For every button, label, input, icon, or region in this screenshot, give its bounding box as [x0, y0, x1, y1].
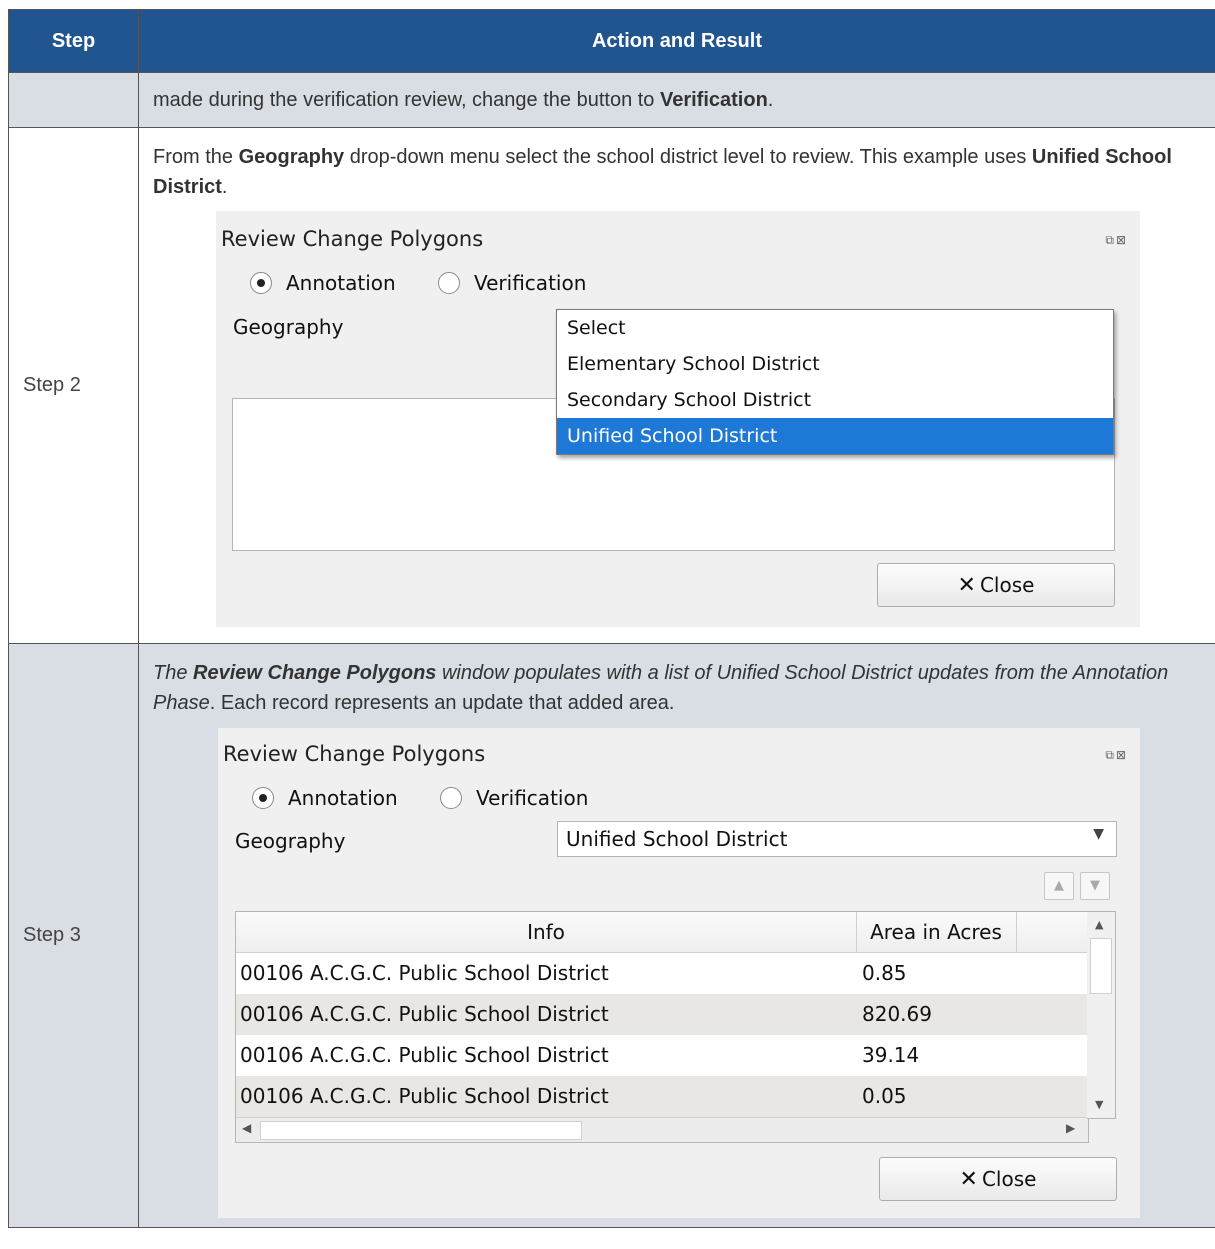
dropdown-option-select[interactable]: Select	[557, 310, 1113, 346]
cell-info: 00106 A.C.G.C. Public School District	[240, 1084, 609, 1108]
scroll-up-icon[interactable]: ▲	[1095, 918, 1103, 931]
close-button-label: Close	[979, 573, 1035, 597]
review-change-polygons-dialog-step3: Review Change Polygons ⧉⊠ Annotation Ver…	[218, 728, 1140, 1218]
geography-dropdown-list[interactable]: Select Elementary School District Second…	[556, 309, 1114, 455]
step-3-label: Step 3	[8, 643, 139, 1228]
radio-annotation-label: Annotation	[286, 271, 396, 295]
step-2-label: Step 2	[8, 127, 139, 644]
row1-text: made during the verification review, cha…	[153, 89, 660, 111]
horizontal-scrollbar[interactable]: ◀ ▶	[236, 1117, 1088, 1142]
vertical-scroll-thumb[interactable]	[1090, 938, 1112, 994]
vertical-scrollbar[interactable]: ▲ ▼	[1087, 911, 1116, 1119]
radio-annotation[interactable]: Annotation	[252, 786, 398, 810]
row2-bold-geography: Geography	[238, 146, 345, 168]
cell-area: 820.69	[862, 1002, 932, 1026]
column-header-info[interactable]: Info	[236, 912, 857, 952]
row2-t3: .	[221, 176, 228, 198]
cell-area: 0.05	[862, 1084, 907, 1108]
row3-text: . Each record represents an update that …	[209, 692, 675, 714]
row2-instructions: From the Geography drop-down menu select…	[139, 128, 1215, 202]
cell-info: 00106 A.C.G.C. Public School District	[240, 1043, 609, 1067]
action-cell-row1: made during the verification review, cha…	[138, 72, 1215, 128]
cell-info: 00106 A.C.G.C. Public School District	[240, 1002, 609, 1026]
table-row[interactable]: 00106 A.C.G.C. Public School District 39…	[236, 1035, 1088, 1076]
action-cell-row2: From the Geography drop-down menu select…	[138, 127, 1215, 644]
geography-label: Geography	[233, 315, 344, 339]
close-button-label: Close	[981, 1167, 1037, 1191]
radio-checked-icon	[250, 272, 272, 294]
table-row[interactable]: 00106 A.C.G.C. Public School District 82…	[236, 994, 1088, 1035]
radio-unchecked-icon	[440, 787, 462, 809]
dropdown-option-elementary[interactable]: Elementary School District	[557, 346, 1113, 382]
row3-bold-italic: Review Change Polygons	[193, 662, 437, 684]
review-change-polygons-dialog-step2: Review Change Polygons ⧉⊠ Annotation Ver…	[216, 211, 1140, 627]
row2-t1: From the	[153, 146, 239, 168]
radio-verification-label: Verification	[476, 786, 589, 810]
row3-italic-1: The	[153, 662, 194, 684]
table-header: Info Area in Acres	[236, 912, 1088, 953]
scroll-right-icon[interactable]: ▶	[1066, 1121, 1075, 1135]
row2-t2: drop-down menu select the school distric…	[344, 146, 1032, 168]
change-polygons-table[interactable]: Info Area in Acres 00106 A.C.G.C. Public…	[235, 911, 1089, 1143]
restore-icon[interactable]: ⧉	[1105, 748, 1116, 762]
cell-area: 39.14	[862, 1043, 920, 1067]
table-row[interactable]: 00106 A.C.G.C. Public School District 0.…	[236, 1076, 1088, 1117]
close-button[interactable]: ✕ Close	[879, 1157, 1117, 1201]
dropdown-option-unified[interactable]: Unified School District	[557, 418, 1113, 454]
radio-verification-label: Verification	[474, 271, 587, 295]
radio-verification[interactable]: Verification	[438, 271, 586, 295]
dialog-title: Review Change Polygons	[223, 742, 486, 766]
geography-label: Geography	[235, 829, 346, 853]
close-icon: ✕	[959, 1166, 978, 1192]
header-action-result: Action and Result	[138, 9, 1215, 73]
row1-bold: Verification	[659, 89, 768, 111]
steps-table: Step Action and Result made during the v…	[8, 9, 1215, 1228]
close-icon: ✕	[957, 572, 976, 598]
close-window-icon[interactable]: ⊠	[1116, 748, 1128, 762]
geography-combobox[interactable]: Unified School District ▼	[557, 821, 1117, 857]
row1-text-end: .	[767, 89, 774, 111]
step-cell-empty	[8, 72, 139, 128]
cell-area: 0.85	[862, 961, 907, 985]
geography-combobox-value: Unified School District	[566, 827, 788, 851]
radio-checked-icon	[252, 787, 274, 809]
move-up-button[interactable]: ▲	[1044, 872, 1074, 900]
move-down-button[interactable]: ▼	[1080, 872, 1110, 900]
cell-info: 00106 A.C.G.C. Public School District	[240, 961, 609, 985]
dialog-title: Review Change Polygons	[221, 227, 484, 251]
action-cell-row3: The Review Change Polygons window popula…	[138, 643, 1215, 1228]
window-controls: ⧉⊠	[1105, 233, 1128, 248]
table-row[interactable]: 00106 A.C.G.C. Public School District 0.…	[236, 953, 1088, 994]
header-step: Step	[8, 9, 139, 73]
chevron-down-icon: ▼	[1093, 826, 1104, 842]
close-button[interactable]: ✕ Close	[877, 563, 1115, 607]
radio-annotation[interactable]: Annotation	[250, 271, 396, 295]
radio-unchecked-icon	[438, 272, 460, 294]
scroll-left-icon[interactable]: ◀	[242, 1121, 251, 1135]
row3-instructions: The Review Change Polygons window popula…	[139, 644, 1215, 718]
window-controls: ⧉⊠	[1105, 748, 1128, 763]
close-window-icon[interactable]: ⊠	[1116, 233, 1128, 247]
radio-annotation-label: Annotation	[288, 786, 398, 810]
horizontal-scroll-thumb[interactable]	[260, 1121, 582, 1140]
radio-verification[interactable]: Verification	[440, 786, 588, 810]
restore-icon[interactable]: ⧉	[1105, 233, 1116, 247]
scroll-down-icon[interactable]: ▼	[1095, 1098, 1103, 1111]
dropdown-option-secondary[interactable]: Secondary School District	[557, 382, 1113, 418]
column-header-area[interactable]: Area in Acres	[856, 912, 1017, 952]
